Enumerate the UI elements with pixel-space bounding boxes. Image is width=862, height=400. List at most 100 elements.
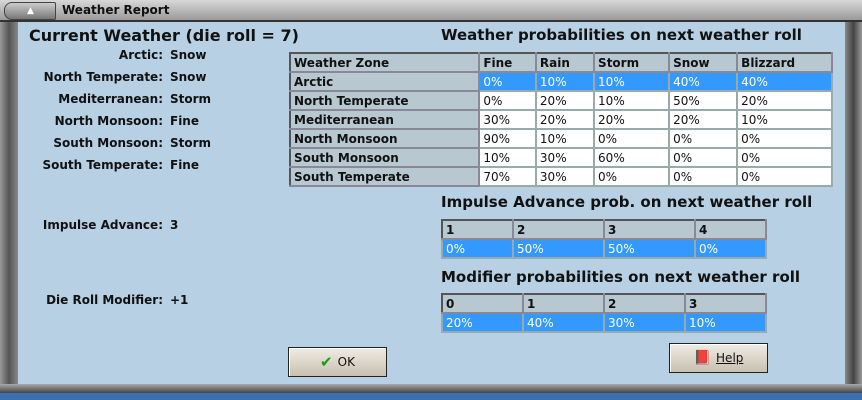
table-cell[interactable]: 0% [478, 71, 537, 92]
table-cell[interactable]: 20% [534, 109, 596, 130]
zone-label: South Temperate: [42, 158, 163, 172]
table-cell[interactable]: 40% [522, 312, 605, 333]
zone-value: Storm [170, 92, 212, 106]
impulse-advance-value: 3 [170, 218, 179, 232]
column-header[interactable]: 4 [693, 219, 768, 240]
modifier-probabilities-table: 0 1 2 3 20% 40% 30% 10% [441, 293, 767, 333]
impulse-probabilities-table: 1 2 3 4 0% 50% 50% 0% [441, 219, 768, 259]
table-cell[interactable]: 10% [593, 71, 671, 92]
column-header[interactable]: Weather Zone [288, 52, 481, 73]
table-cell[interactable]: 0% [736, 166, 833, 187]
zone-label: North Monsoon: [54, 114, 163, 128]
table-header-row: Weather Zone Fine Rain Storm Snow Blizzard [288, 52, 833, 73]
triangle-up-icon: ▲ [27, 6, 34, 16]
impulse-probabilities-heading: Impulse Advance prob. on next weather ro… [441, 193, 813, 211]
table-cell[interactable]: 10% [478, 147, 537, 168]
bottom-frame [0, 384, 862, 393]
table-cell[interactable]: 20% [441, 312, 524, 333]
table-cell[interactable]: 30% [478, 109, 537, 130]
ok-button[interactable]: ✔ OK [288, 347, 387, 377]
die-roll-modifier-label: Die Roll Modifier: [46, 293, 163, 307]
help-label: Help [716, 351, 744, 365]
column-header[interactable]: 1 [441, 219, 514, 240]
column-header[interactable]: 0 [441, 293, 524, 314]
table-cell[interactable]: 0% [593, 128, 671, 149]
current-weather-heading: Current Weather (die roll = 7) [29, 26, 299, 45]
table-cell[interactable]: 50% [511, 238, 605, 259]
column-header[interactable]: Storm [593, 52, 671, 73]
column-header[interactable]: 3 [684, 293, 767, 314]
table-cell[interactable]: 90% [478, 128, 537, 149]
table-cell[interactable]: 30% [534, 147, 596, 168]
die-roll-modifier-value: +1 [170, 293, 189, 307]
weather-probabilities-heading: Weather probabilities on next weather ro… [441, 26, 802, 44]
row-header[interactable]: South Monsoon [288, 147, 481, 168]
weather-probabilities-table: Weather Zone Fine Rain Storm Snow Blizzard Arc… [288, 52, 833, 187]
table-cell[interactable]: 40% [668, 71, 739, 92]
table-cell[interactable]: 0% [668, 166, 739, 187]
column-header[interactable]: 2 [511, 219, 605, 240]
checkmark-icon: ✔ [320, 353, 333, 371]
table-header-row: 1234 [441, 219, 768, 240]
column-header[interactable]: Fine [478, 52, 537, 73]
table-cell[interactable]: 40% [736, 71, 833, 92]
impulse-advance-label: Impulse Advance: [42, 218, 163, 232]
help-book-icon: 📕 [693, 350, 712, 366]
table-cell[interactable]: 0% [693, 238, 768, 259]
modifier-probabilities-heading: Modifier probabilities on next weather r… [441, 268, 801, 286]
table-cell[interactable]: 10% [534, 71, 596, 92]
table-row[interactable]: North Monsoon 90% 10% 0% 0% 0% [288, 128, 833, 149]
table-cell[interactable]: 10% [593, 90, 671, 111]
column-header[interactable]: 3 [602, 219, 696, 240]
zone-label: Arctic: [118, 48, 163, 62]
table-cell[interactable]: 20% [668, 109, 739, 130]
table-cell[interactable]: 50% [602, 238, 696, 259]
left-frame [0, 22, 18, 392]
column-header[interactable]: Rain [534, 52, 596, 73]
zone-value: Fine [170, 158, 199, 172]
zone-label: North Temperate: [43, 70, 163, 84]
column-header[interactable]: 2 [603, 293, 686, 314]
taskbar [0, 393, 862, 400]
help-button[interactable]: 📕 Help [669, 343, 768, 373]
table-row[interactable]: South Temperate 70% 30% 0% 0% 0% [288, 166, 833, 187]
table-cell[interactable]: 10% [736, 109, 833, 130]
table-cell[interactable]: 0% [593, 166, 671, 187]
table-cell[interactable]: 0% [478, 90, 537, 111]
table-cell[interactable]: 50% [668, 90, 739, 111]
table-cell[interactable]: 0% [736, 147, 833, 168]
table-cell[interactable]: 70% [478, 166, 537, 187]
row-header[interactable]: Mediterranean [288, 109, 481, 130]
column-header[interactable]: Blizzard [736, 52, 833, 73]
table-cell[interactable]: 30% [534, 166, 596, 187]
title-bar: ▲ Weather Report [0, 0, 862, 22]
table-row[interactable]: Mediterranean 30% 20% 20% 20% 10% [288, 109, 833, 130]
column-header[interactable]: 1 [522, 293, 605, 314]
table-cell[interactable]: 0% [668, 147, 739, 168]
table-row[interactable]: 20% 40% 30% 10% [441, 312, 767, 333]
table-cell[interactable]: 10% [534, 128, 596, 149]
table-cell[interactable]: 20% [736, 90, 833, 111]
collapse-button[interactable]: ▲ [4, 2, 56, 20]
table-cell[interactable]: 20% [534, 90, 596, 111]
table-cell[interactable]: 60% [593, 147, 671, 168]
table-row[interactable]: Arctic 0% 10% 10% 40% 40% [288, 71, 833, 92]
zone-value: Storm [170, 136, 212, 150]
table-cell[interactable]: 10% [684, 312, 767, 333]
table-cell[interactable]: 0% [668, 128, 739, 149]
row-header[interactable]: Arctic [288, 71, 481, 92]
zone-value: Fine [170, 114, 199, 128]
table-cell[interactable]: 0% [736, 128, 833, 149]
dialog-content: Current Weather (die roll = 7) Arctic: Sn… [18, 22, 845, 384]
row-header[interactable]: North Monsoon [288, 128, 481, 149]
table-row[interactable]: South Monsoon 10% 30% 60% 0% 0% [288, 147, 833, 168]
table-row[interactable]: 0% 50% 50% 0% [441, 238, 768, 259]
table-cell[interactable]: 20% [593, 109, 671, 130]
table-row[interactable]: North Temperate 0% 20% 10% 50% 20% [288, 90, 833, 111]
zone-label: South Monsoon: [53, 136, 163, 150]
table-cell[interactable]: 0% [441, 238, 514, 259]
column-header[interactable]: Snow [668, 52, 739, 73]
row-header[interactable]: South Temperate [288, 166, 481, 187]
table-cell[interactable]: 30% [603, 312, 686, 333]
row-header[interactable]: North Temperate [288, 90, 481, 111]
